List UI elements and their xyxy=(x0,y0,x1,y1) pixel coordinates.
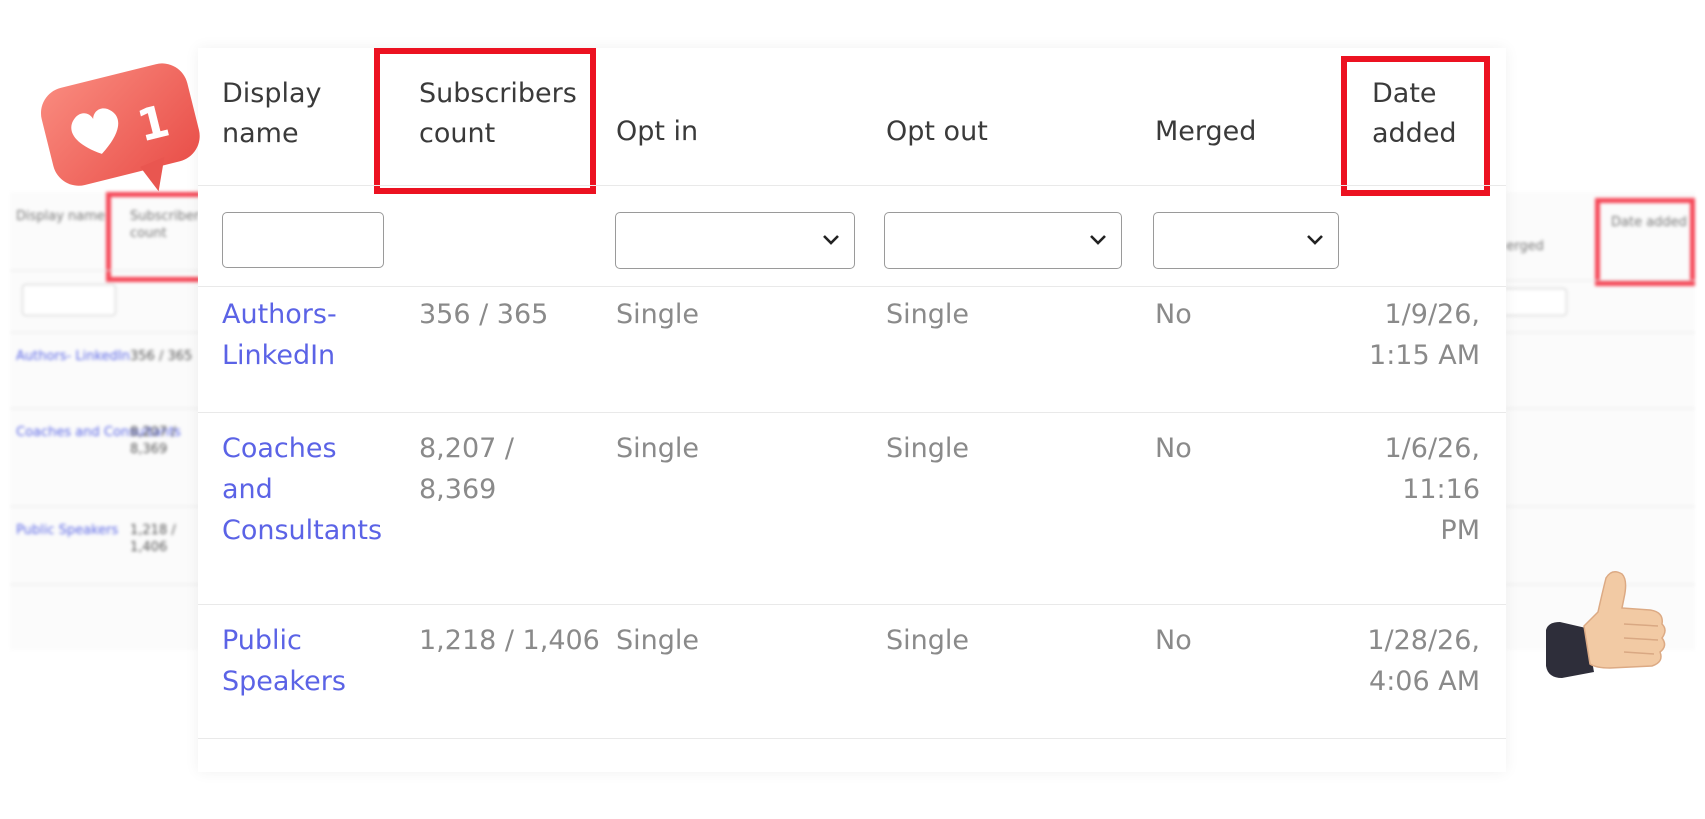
highlight-subscribers-count xyxy=(374,48,596,194)
chevron-down-icon xyxy=(1307,235,1323,245)
highlight-date-added xyxy=(1341,56,1490,196)
display-name-filter-input[interactable] xyxy=(222,212,384,268)
header-display-name[interactable]: Display name xyxy=(222,74,322,154)
merged-value: No xyxy=(1155,625,1192,656)
date-added-value: 1/9/26, 1:15 AM xyxy=(1369,299,1480,371)
subscribers-value: 8,207 / 8,369 xyxy=(419,433,514,505)
opt-in-value: Single xyxy=(616,625,700,656)
background-table-left: Display name Subscribers count Authors- … xyxy=(10,192,200,650)
ghost-row-name: Authors- LinkedIn xyxy=(16,349,130,364)
ghost-highlight-date xyxy=(1595,198,1695,286)
opt-in-value: Single xyxy=(616,299,700,330)
merged-value: No xyxy=(1155,299,1192,330)
ghost-filter-input xyxy=(22,284,116,316)
header-merged[interactable]: Merged xyxy=(1155,112,1256,152)
lists-table: Display name Subscribers count Opt in Op… xyxy=(198,48,1506,772)
opt-in-filter-select[interactable] xyxy=(615,212,855,269)
ghost-filter-select xyxy=(1505,288,1567,316)
opt-out-value: Single xyxy=(886,299,970,330)
ghost-row-subs: 356 / 365 xyxy=(130,349,193,364)
date-added-value: 1/28/26, 4:06 AM xyxy=(1367,625,1480,697)
chevron-down-icon xyxy=(823,235,839,245)
ghost-header-date: Date added xyxy=(1611,215,1687,230)
like-notification-icon: 1 xyxy=(40,63,200,192)
header-opt-in[interactable]: Opt in xyxy=(616,112,698,152)
list-name-link[interactable]: Authors- LinkedIn xyxy=(222,294,337,376)
ghost-header-merged: Merged xyxy=(1505,239,1544,254)
subscribers-value: 1,218 / 1,406 xyxy=(419,625,600,656)
subscribers-value: 356 / 365 xyxy=(419,299,549,330)
thumbs-up-icon xyxy=(1546,571,1666,678)
ghost-row-subs: 8,207 / 8,369 xyxy=(130,425,176,457)
opt-out-filter-select[interactable] xyxy=(884,212,1122,269)
ghost-row-name: Public Speakers xyxy=(16,523,119,538)
opt-in-value: Single xyxy=(616,433,700,464)
ghost-header-display-name: Display name xyxy=(16,209,105,224)
ghost-row-subs: 1,218 / 1,406 xyxy=(130,523,176,555)
header-opt-out[interactable]: Opt out xyxy=(886,112,988,152)
list-name-link[interactable]: Public Speakers xyxy=(222,620,346,702)
list-name-link[interactable]: Coaches and Consultants xyxy=(222,428,382,551)
merged-value: No xyxy=(1155,433,1192,464)
date-added-value: 1/6/26, 11:16 PM xyxy=(1384,433,1481,546)
opt-out-value: Single xyxy=(886,625,970,656)
chevron-down-icon xyxy=(1090,235,1106,245)
opt-out-value: Single xyxy=(886,433,970,464)
merged-filter-select[interactable] xyxy=(1153,212,1339,269)
ghost-header-subscribers: Subscribers count xyxy=(130,209,200,241)
